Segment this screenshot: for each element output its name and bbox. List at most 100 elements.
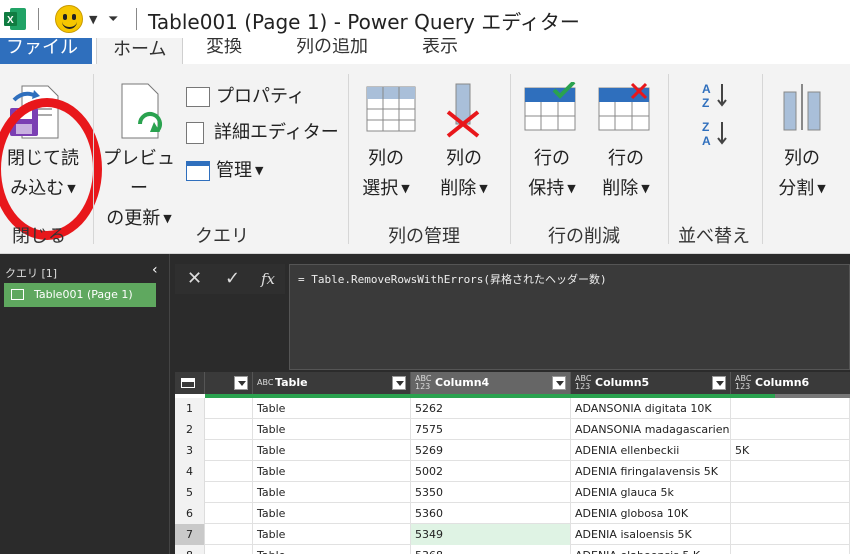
manage-button[interactable]: 管理 ▼ xyxy=(186,156,263,186)
any-type-icon[interactable]: ABC 123 xyxy=(735,375,753,391)
table-cell[interactable]: 5262 xyxy=(411,398,571,419)
query-item[interactable]: Table001 (Page 1) xyxy=(4,283,156,307)
table-cell[interactable]: Table xyxy=(253,503,411,524)
table-cell[interactable] xyxy=(205,503,253,524)
row-number[interactable]: 3 xyxy=(175,440,205,461)
remove-rows-button[interactable]: 行の 削除 ▼ xyxy=(594,144,658,204)
remove-rows-icon[interactable] xyxy=(598,82,652,132)
formula-bar[interactable]: = Table.RemoveRowsWithErrors(昇格されたヘッダー数) xyxy=(289,264,850,370)
cancel-icon[interactable]: ✕ xyxy=(187,268,202,289)
refresh-preview-icon[interactable] xyxy=(118,82,170,142)
table-cell[interactable]: ADENIA firingalavensis 5K xyxy=(571,461,731,482)
advanced-editor-button[interactable]: 詳細エディター xyxy=(186,118,339,148)
table-cell[interactable] xyxy=(205,398,253,419)
table-cell[interactable]: Table xyxy=(253,545,411,554)
row-number[interactable]: 4 xyxy=(175,461,205,482)
keep-rows-button[interactable]: 行の 保持 ▼ xyxy=(520,144,584,204)
row-number[interactable]: 2 xyxy=(175,419,205,440)
formula-text[interactable]: = Table.RemoveRowsWithErrors(昇格されたヘッダー数) xyxy=(298,271,607,287)
fx-icon[interactable]: fx xyxy=(261,270,275,288)
table-cell[interactable] xyxy=(205,440,253,461)
tab-view[interactable]: 表示 xyxy=(422,38,458,58)
table-cell[interactable] xyxy=(731,461,850,482)
column-header[interactable] xyxy=(205,372,253,394)
table-cell[interactable]: Table xyxy=(253,482,411,503)
table-cell[interactable]: ADENIA glauca 5k xyxy=(571,482,731,503)
remove-columns-button[interactable]: 列の 削除 ▼ xyxy=(432,144,496,204)
table-cell[interactable] xyxy=(731,545,850,554)
table-cell[interactable] xyxy=(205,524,253,545)
table-cell[interactable]: 5269 xyxy=(411,440,571,461)
table-cell[interactable] xyxy=(731,398,850,419)
any-type-icon[interactable]: ABC 123 xyxy=(575,375,593,391)
any-type-icon[interactable]: ABC 123 xyxy=(415,375,433,391)
table-row[interactable]: 3 Table 5269 ADENIA ellenbeckii 5K xyxy=(175,440,850,461)
tab-file[interactable]: ファイル xyxy=(0,38,92,64)
filter-dropdown-icon[interactable] xyxy=(712,376,726,390)
filter-dropdown-icon[interactable] xyxy=(392,376,406,390)
table-cell[interactable]: ADENIA olaboensis 5 K xyxy=(571,545,731,554)
split-column-button[interactable]: 列の 分割 ▼ xyxy=(770,144,834,204)
table-row[interactable]: 1 Table 5262 ADANSONIA digitata 10K xyxy=(175,398,850,419)
table-row[interactable]: 8 Table5368ADENIA olaboensis 5 K xyxy=(175,545,850,554)
table-cell[interactable]: 5368 xyxy=(411,545,571,554)
table-cell[interactable]: Table xyxy=(253,440,411,461)
sort-ascending-icon[interactable]: A Z xyxy=(702,80,732,110)
tab-add-column[interactable]: 列の追加 xyxy=(296,38,368,58)
table-cell[interactable] xyxy=(731,503,850,524)
table-cell[interactable]: ADANSONIA digitata 10K xyxy=(571,398,731,419)
table-cell[interactable]: Table xyxy=(253,398,411,419)
table-cell[interactable]: 5349 xyxy=(411,524,571,545)
row-number[interactable]: 1 xyxy=(175,398,205,419)
choose-columns-icon[interactable] xyxy=(366,86,416,134)
column-header-table[interactable]: ABC Table xyxy=(253,372,411,394)
table-cell[interactable] xyxy=(731,419,850,440)
table-cell[interactable]: 5K xyxy=(731,440,850,461)
column-header-column6[interactable]: ABC 123 Column6 xyxy=(731,372,850,394)
feedback-dropdown-icon[interactable]: ▼ xyxy=(89,13,97,26)
choose-columns-button[interactable]: 列の 選択 ▼ xyxy=(358,144,414,204)
table-row[interactable]: 4 Table 5002 ADENIA firingalavensis 5K xyxy=(175,461,850,482)
feedback-smiley-icon[interactable] xyxy=(55,5,83,33)
tab-home[interactable]: ホーム xyxy=(96,38,184,64)
confirm-icon[interactable]: ✓ xyxy=(225,268,240,289)
table-cell[interactable]: Table xyxy=(253,419,411,440)
table-cell[interactable]: ADENIA globosa 10K xyxy=(571,503,731,524)
tab-transform[interactable]: 変換 xyxy=(206,38,242,58)
remove-columns-icon[interactable] xyxy=(440,82,488,138)
table-row[interactable]: 2 Table 7575 ADANSONIA madagascariens... xyxy=(175,419,850,440)
row-number[interactable]: 5 xyxy=(175,482,205,503)
row-number[interactable]: 8 xyxy=(175,545,205,554)
properties-button[interactable]: プロパティ xyxy=(186,82,305,112)
table-cell[interactable]: Table xyxy=(253,461,411,482)
quick-access-customize-icon[interactable]: ⏷ xyxy=(108,12,118,27)
sort-descending-icon[interactable]: Z A xyxy=(702,118,732,148)
table-cell[interactable]: ADENIA ellenbeckii xyxy=(571,440,731,461)
table-cell[interactable]: 5350 xyxy=(411,482,571,503)
table-cell[interactable]: 5360 xyxy=(411,503,571,524)
refresh-preview-button[interactable]: プレビュー の更新 ▼ xyxy=(96,144,182,234)
table-cell[interactable] xyxy=(205,482,253,503)
table-cell[interactable] xyxy=(205,461,253,482)
table-cell[interactable] xyxy=(731,482,850,503)
table-row[interactable]: 7 Table 5349 ADENIA isaloensis 5K xyxy=(175,524,850,545)
filter-dropdown-icon[interactable] xyxy=(552,376,566,390)
collapse-chevron-icon[interactable]: ‹ xyxy=(152,262,158,278)
column-header-column5[interactable]: ABC 123 Column5 xyxy=(571,372,731,394)
table-row[interactable]: 5 Table 5350 ADENIA glauca 5k xyxy=(175,482,850,503)
split-column-icon[interactable] xyxy=(778,82,828,132)
text-type-icon[interactable]: ABC xyxy=(257,379,273,387)
table-cell[interactable] xyxy=(205,419,253,440)
table-cell[interactable]: 5002 xyxy=(411,461,571,482)
row-number[interactable]: 7 xyxy=(175,524,205,545)
column-header-column4[interactable]: ABC 123 Column4 xyxy=(411,372,571,394)
filter-dropdown-icon[interactable] xyxy=(234,376,248,390)
keep-rows-icon[interactable] xyxy=(524,80,578,132)
table-cell[interactable]: ADENIA isaloensis 5K xyxy=(571,524,731,545)
table-cell[interactable]: Table xyxy=(253,524,411,545)
table-menu-icon[interactable] xyxy=(175,372,205,394)
row-number[interactable]: 6 xyxy=(175,503,205,524)
table-cell[interactable] xyxy=(731,524,850,545)
table-cell[interactable]: ADANSONIA madagascariens... xyxy=(571,419,731,440)
table-cell[interactable]: 7575 xyxy=(411,419,571,440)
